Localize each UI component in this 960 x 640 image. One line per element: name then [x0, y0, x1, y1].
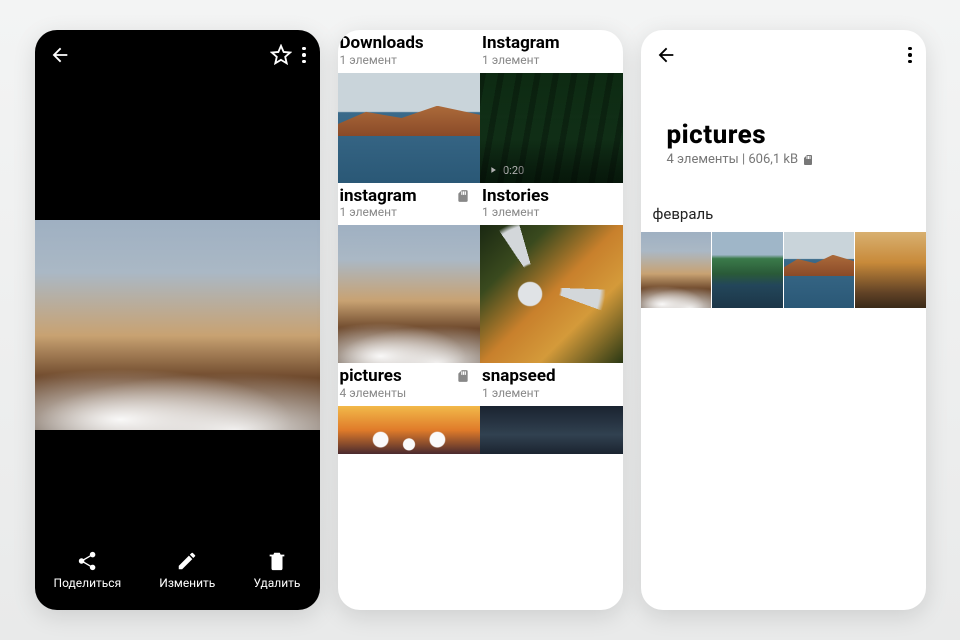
album-header[interactable]: Instories 1 элемент [480, 183, 623, 226]
edit-button[interactable]: Изменить [159, 550, 215, 590]
album-sub: 1 элемент [482, 53, 621, 67]
album-header: pictures 4 элементы | 606,1 kB [667, 120, 906, 167]
album-thumb[interactable] [480, 406, 623, 454]
photo-strip [641, 232, 926, 308]
back-icon[interactable] [655, 44, 677, 66]
albums-screen: Downloads 1 элемент Instagram 1 элемент … [338, 30, 623, 610]
album-detail-screen: pictures 4 элементы | 606,1 kB февраль [641, 30, 926, 610]
album-sub: 4 элементы [340, 386, 479, 400]
delete-button[interactable]: Удалить [253, 550, 300, 590]
detail-topbar [641, 30, 926, 80]
video-badge: 0:20 [488, 164, 524, 177]
album-sub: 1 элемент [340, 53, 479, 67]
viewer-bottombar: Поделиться Изменить Удалить [35, 540, 320, 610]
album-thumb[interactable] [338, 73, 481, 183]
more-icon[interactable] [908, 47, 912, 64]
album-header[interactable]: snapseed 1 элемент [480, 363, 623, 406]
album-title: pictures [667, 120, 906, 150]
photo-viewer-screen: Поделиться Изменить Удалить [35, 30, 320, 610]
share-icon [76, 550, 98, 572]
share-label: Поделиться [54, 576, 122, 590]
edit-icon [176, 550, 198, 572]
photo-image [35, 220, 320, 430]
play-icon [488, 165, 498, 175]
album-sub: 1 элемент [340, 205, 479, 219]
album-header[interactable]: instagram 1 элемент [338, 183, 481, 226]
delete-label: Удалить [253, 576, 300, 590]
album-thumb[interactable] [338, 225, 481, 363]
photo-thumb[interactable] [712, 232, 784, 308]
delete-icon [266, 550, 288, 572]
album-thumb[interactable] [338, 406, 481, 454]
album-name: Instagram [482, 34, 621, 53]
album-name: Instories [482, 187, 621, 206]
edit-label: Изменить [159, 576, 215, 590]
sd-card-icon [456, 369, 470, 383]
photo-thumb[interactable] [784, 232, 856, 308]
month-label: февраль [653, 205, 714, 223]
share-button[interactable]: Поделиться [54, 550, 122, 590]
more-icon[interactable] [302, 47, 306, 64]
video-duration: 0:20 [503, 164, 524, 177]
viewer-topbar [35, 30, 320, 80]
album-header[interactable]: Instagram 1 элемент [480, 30, 623, 73]
album-header[interactable]: pictures 4 элементы [338, 363, 481, 406]
album-subtitle: 4 элементы | 606,1 kB [667, 152, 799, 167]
sd-card-icon [802, 154, 814, 166]
album-name: snapseed [482, 367, 621, 386]
album-thumb[interactable] [480, 225, 623, 363]
star-icon[interactable] [270, 44, 292, 66]
sd-card-icon [456, 189, 470, 203]
photo-thumb[interactable] [855, 232, 926, 308]
photo-thumb[interactable] [641, 232, 713, 308]
albums-grid[interactable]: Downloads 1 элемент Instagram 1 элемент … [338, 30, 623, 610]
back-icon[interactable] [49, 44, 71, 66]
album-sub: 1 элемент [482, 205, 621, 219]
album-thumb[interactable]: 0:20 [480, 73, 623, 183]
photo[interactable] [35, 220, 320, 430]
album-name: Downloads [340, 34, 479, 53]
album-header[interactable]: Downloads 1 элемент [338, 30, 481, 73]
album-sub: 1 элемент [482, 386, 621, 400]
